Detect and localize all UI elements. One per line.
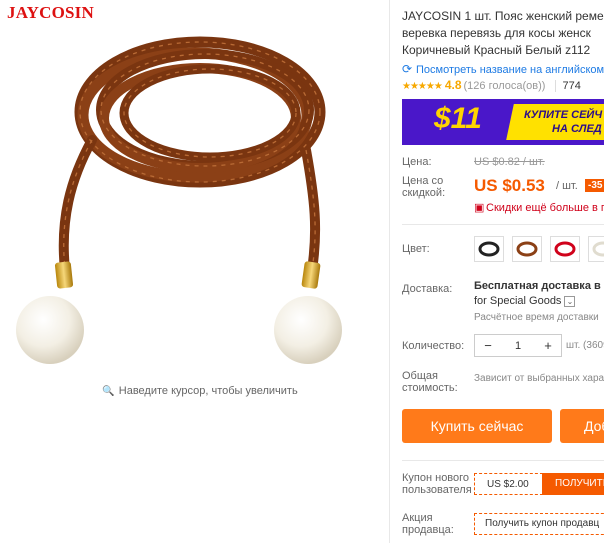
minus-icon[interactable]: − xyxy=(475,338,501,353)
brown-rope-icon xyxy=(516,241,538,257)
star-rating-icon: ★★★★★ xyxy=(402,81,443,92)
color-swatch-red[interactable] xyxy=(550,236,580,262)
zoom-hint: 🔍 Наведите курсор, чтобы увеличить xyxy=(0,385,400,397)
quantity-note: шт. (3609 xyxy=(566,340,604,351)
discount-badge: -35 xyxy=(585,179,604,192)
color-swatch-brown[interactable] xyxy=(512,236,542,262)
promo-text: КУПИТЕ СЕЙЧ НА СЛЕД xyxy=(524,108,602,136)
new-user-coupon: US $2.00 ПОЛУЧИТЬ xyxy=(474,473,604,495)
translate-link-text: Посмотреть название на английском xyxy=(416,64,604,76)
new-user-coupon-label: Купон нового пользователя xyxy=(402,472,472,496)
delivery-sub-text: for Special Goods xyxy=(474,295,562,307)
delivery-sub[interactable]: for Special Goods ⌄ xyxy=(474,295,576,307)
add-to-cart-button[interactable]: Доб xyxy=(560,409,604,443)
promo-amount: $11 xyxy=(434,102,482,135)
color-swatch-black[interactable] xyxy=(474,236,504,262)
current-price: US $0.53 xyxy=(474,176,545,195)
orders-count: 774 xyxy=(555,80,581,92)
promo-text-line: НА СЛЕД xyxy=(552,123,602,135)
magnifier-icon: 🔍 xyxy=(102,386,115,397)
delivery-estimate: Расчётное время доставки xyxy=(474,312,599,323)
discount-price-label: Цена со скидкой: xyxy=(402,175,446,199)
gift-icon: ▣ xyxy=(474,202,485,214)
divider xyxy=(402,224,604,225)
translate-icon: ⟳ xyxy=(402,62,413,76)
delivery-label: Доставка: xyxy=(402,283,453,295)
quantity-label: Количество: xyxy=(402,340,465,352)
seller-coupon-button[interactable]: Получить купон продавц xyxy=(474,513,604,535)
divider xyxy=(402,460,604,461)
translate-title-link[interactable]: ⟳ Посмотреть название на английском xyxy=(402,62,604,76)
black-rope-icon xyxy=(478,241,500,257)
white-rope-icon xyxy=(592,241,604,257)
vertical-divider xyxy=(389,0,390,543)
buy-now-button[interactable]: Купить сейчас xyxy=(402,409,552,443)
total-note: Зависит от выбранных хара xyxy=(474,373,604,384)
more-discounts-link[interactable]: ▣ Скидки ещё больше в п xyxy=(474,201,604,214)
old-price: US $0.82 / шт. xyxy=(474,156,545,168)
total-label: Общая стоимость: xyxy=(402,370,458,394)
more-discounts-text: Скидки ещё больше в п xyxy=(486,202,604,214)
plus-icon[interactable]: + xyxy=(535,338,561,353)
title-line: веревка перевязь для косы женск xyxy=(402,26,591,40)
rating-value: 4.8 xyxy=(444,78,462,92)
chevron-down-icon: ⌄ xyxy=(564,296,576,307)
price-label: Цена: xyxy=(402,156,432,168)
color-label: Цвет: xyxy=(402,243,430,255)
per-unit: / шт. xyxy=(556,180,578,192)
belt-photo xyxy=(16,36,342,364)
quantity-input[interactable]: 1 xyxy=(501,340,535,352)
promo-banner[interactable]: $11 КУПИТЕ СЕЙЧ НА СЛЕД xyxy=(402,99,604,145)
rating-row: ★★★★★ 4.8 (126 голоса(ов)) 774 xyxy=(402,78,581,92)
zoom-hint-text: Наведите курсор, чтобы увеличить xyxy=(118,385,298,397)
product-image[interactable]: JAYCOSIN xyxy=(0,0,382,375)
get-coupon-button[interactable]: ПОЛУЧИТЬ xyxy=(542,473,604,495)
seller-promo-label: Акция продавца: xyxy=(402,512,454,536)
product-title: JAYCOSIN 1 шт. Пояс женский реме веревка… xyxy=(402,8,604,59)
votes-count[interactable]: (126 голоса(ов)) xyxy=(464,80,546,92)
quantity-stepper: − 1 + xyxy=(474,334,562,357)
title-line: JAYCOSIN 1 шт. Пояс женский реме xyxy=(402,9,604,23)
red-rope-icon xyxy=(554,241,576,257)
delivery-main[interactable]: Бесплатная доставка в Ru xyxy=(474,280,604,292)
brand-logo: JAYCOSIN xyxy=(7,3,94,22)
coupon-value: US $2.00 xyxy=(487,479,529,490)
title-line: Коричневый Красный Белый z112 xyxy=(402,43,591,57)
color-swatch-white[interactable] xyxy=(588,236,604,262)
promo-text-line: КУПИТЕ СЕЙЧ xyxy=(524,109,603,121)
